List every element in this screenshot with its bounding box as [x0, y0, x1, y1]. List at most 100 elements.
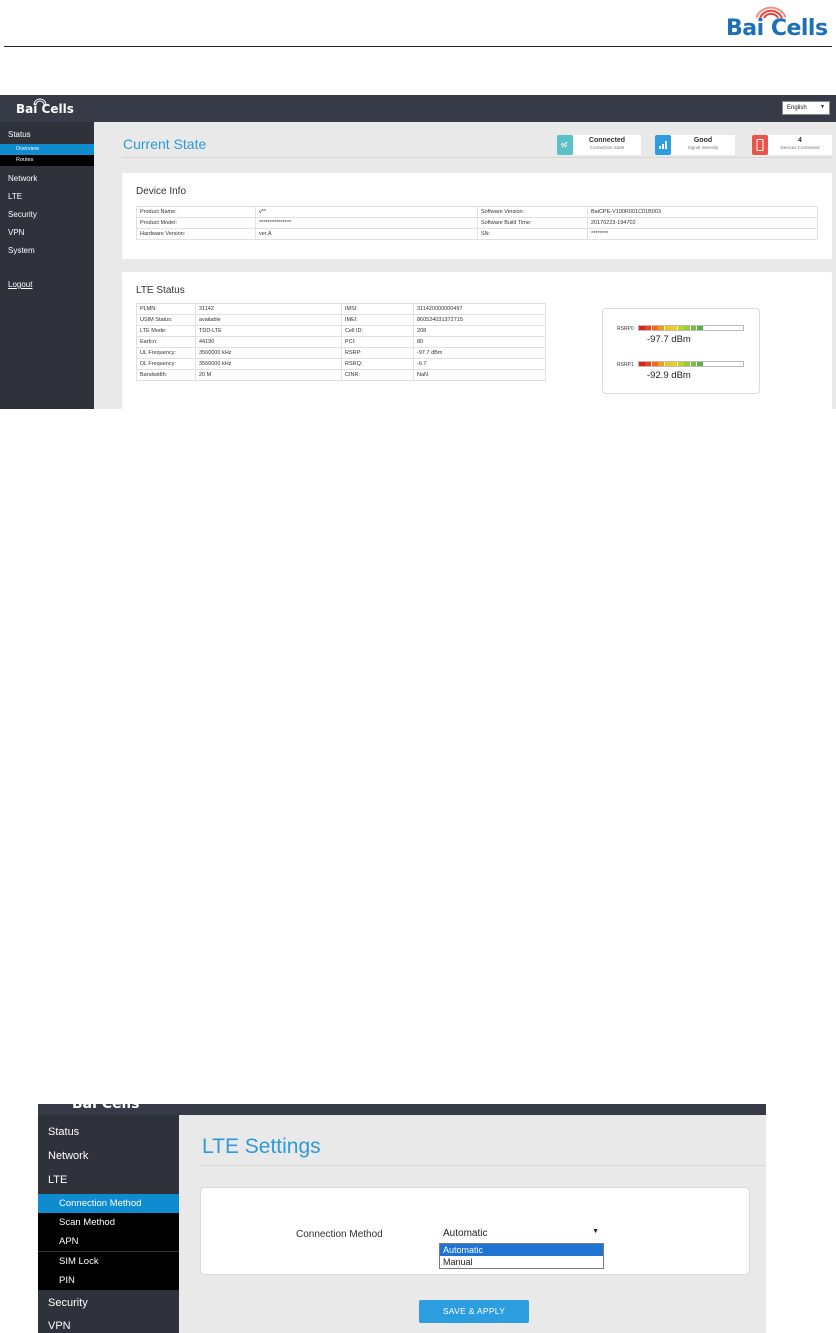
rsrp0-meter: [638, 325, 744, 331]
sidebar-subitem-sim-lock[interactable]: SIM Lock: [38, 1252, 179, 1271]
signal-intensity-value: Good: [693, 137, 713, 144]
table-cell: BaiCPE-V100R001C01B003: [587, 206, 818, 218]
sidebar-subitem-scan-method[interactable]: Scan Method: [38, 1213, 179, 1232]
chevron-down-icon: ▼: [820, 104, 825, 110]
signal-intensity-box: Good Signal Intensity: [671, 135, 735, 155]
meter-segment: [690, 326, 697, 330]
meter-segment: [639, 326, 645, 330]
table-cell: Product Name:: [136, 206, 256, 218]
sidebar-item-status[interactable]: Status: [48, 1126, 79, 1138]
table-row: Hardware Version: ver.A SN: ********: [136, 228, 818, 240]
sidebar-subitem-overview[interactable]: Overview: [0, 144, 94, 155]
sidebar-subitem-routes[interactable]: Routes: [0, 155, 94, 166]
select-value: Automatic: [443, 1228, 488, 1239]
meter-segment: [651, 326, 658, 330]
table-cell: 80: [413, 336, 546, 348]
table-row: Product Name: v** Software Version: BaiC…: [136, 206, 818, 218]
table-cell: 860524031372715: [413, 314, 546, 326]
table-cell: Software Build Time:: [477, 217, 588, 229]
lte-status-title: LTE Status: [136, 285, 185, 296]
table-cell: Software Version:: [477, 206, 588, 218]
phone-icon: [752, 135, 768, 155]
main-content: Current State Connected Connection State…: [94, 122, 836, 409]
device-info-panel: Device Info Product Name: v** Software V…: [122, 173, 832, 259]
table-cell: RSRP:: [341, 347, 414, 359]
table-cell: Hardware Version:: [136, 228, 256, 240]
sidebar-subitem-apn[interactable]: APN: [38, 1232, 179, 1251]
connection-method-select[interactable]: Automatic ▼: [439, 1224, 603, 1242]
sidebar-item-network[interactable]: Network: [48, 1150, 88, 1162]
table-cell: 44190: [195, 336, 342, 348]
sidebar-item-security[interactable]: Security: [8, 210, 37, 219]
sidebar: Status Network LTE Connection Method Sca…: [38, 1115, 179, 1333]
connection-method-label: Connection Method: [296, 1229, 383, 1240]
meter-segment: [664, 326, 671, 330]
logo-wordmark: Bai Cells: [726, 16, 828, 41]
sidebar-subitem-pin[interactable]: PIN: [38, 1271, 179, 1290]
sidebar-subitem-connection-method[interactable]: Connection Method: [38, 1194, 179, 1213]
meter-segment: [664, 362, 671, 366]
device-info-table: Product Name: v** Software Version: BaiC…: [136, 206, 818, 240]
option-automatic[interactable]: Automatic: [440, 1244, 603, 1256]
baicells-document-logo: Bai Cells: [722, 0, 832, 44]
page-title: LTE Settings: [202, 1135, 321, 1158]
sidebar-item-vpn[interactable]: VPN: [48, 1320, 71, 1332]
language-select[interactable]: English ▼: [782, 101, 830, 115]
title-divider: [201, 1165, 765, 1166]
table-cell: Earfcn:: [136, 336, 196, 348]
sidebar-item-status[interactable]: Status: [8, 130, 31, 139]
table-cell: ********: [587, 228, 818, 240]
table-cell: 20 M: [195, 369, 342, 381]
rsrp1-meter: [638, 361, 744, 367]
rsrp0-label: RSRP0: [617, 326, 634, 332]
table-cell: Product Model:: [136, 217, 256, 229]
table-row: DL Frequency: 3560000 kHz RSRQ: -6.7: [136, 358, 546, 370]
table-cell: Cell ID:: [341, 325, 414, 337]
table-row: Product Model: *************** Software …: [136, 217, 818, 229]
signal-meter-box: RSRP0 -97.7 dBm RSRP1 -92.9 dBm: [602, 308, 760, 394]
lte-settings-screenshot: Bai Cells Status Network LTE Connection …: [38, 1104, 766, 1333]
sidebar-item-security[interactable]: Security: [48, 1297, 88, 1309]
meter-segment: [645, 362, 652, 366]
meter-segment: [697, 326, 703, 330]
rsrp1-value: -92.9 dBm: [647, 370, 691, 381]
table-cell: IMEI:: [341, 314, 414, 326]
sidebar-item-lte[interactable]: LTE: [8, 192, 22, 201]
devices-connected-box: 4 Devices Connected: [768, 135, 832, 155]
table-cell: 3560000 kHz: [195, 358, 342, 370]
table-cell: available: [195, 314, 342, 326]
sidebar-item-system[interactable]: System: [8, 246, 35, 255]
table-cell: 311420000000497: [413, 303, 546, 315]
sidebar-item-lte[interactable]: LTE: [48, 1174, 67, 1186]
devices-connected-value: 4: [798, 137, 802, 144]
save-apply-button[interactable]: SAVE & APPLY: [419, 1300, 529, 1323]
meter-segment: [684, 362, 690, 366]
table-row: USIM Status: available IMEI: 86052403137271…: [136, 314, 546, 326]
table-cell: 20170223-194702: [587, 217, 818, 229]
table-row: UL Frequency: 3560000 kHz RSRP: -97.7 dBm: [136, 347, 546, 359]
logout-link[interactable]: Logout: [8, 280, 32, 289]
table-cell: NaN: [413, 369, 546, 381]
language-value: English: [787, 105, 807, 111]
table-cell: -97.7 dBm: [413, 347, 546, 359]
table-cell: PLMN:: [136, 303, 196, 315]
page-title: Current State: [123, 136, 207, 152]
table-cell: v**: [255, 206, 478, 218]
meter-segment: [639, 362, 645, 366]
lte-status-table: PLMN: 31142 IMSI: 311420000000497 USIM Stat…: [136, 303, 546, 381]
app-logo[interactable]: Bai Cells: [72, 1104, 140, 1112]
sidebar: Status Overview Routes Network LTE Secur…: [0, 122, 94, 409]
table-cell: DL Frequency:: [136, 358, 196, 370]
connection-method-dropdown: Automatic Manual: [439, 1243, 604, 1269]
table-cell: 3560000 kHz: [195, 347, 342, 359]
option-manual[interactable]: Manual: [440, 1256, 603, 1268]
device-info-title: Device Info: [136, 186, 187, 197]
meter-segment: [677, 362, 684, 366]
table-row: LTE Mode: TDD-LTE Cell ID: 208: [136, 325, 546, 337]
connection-state-value: Connected: [588, 137, 626, 144]
meter-segment: [658, 326, 665, 330]
app-logo[interactable]: Bai Cells: [16, 98, 74, 116]
wifi-arcs-icon: [33, 98, 47, 106]
sidebar-item-network[interactable]: Network: [8, 174, 37, 183]
sidebar-item-vpn[interactable]: VPN: [8, 228, 24, 237]
